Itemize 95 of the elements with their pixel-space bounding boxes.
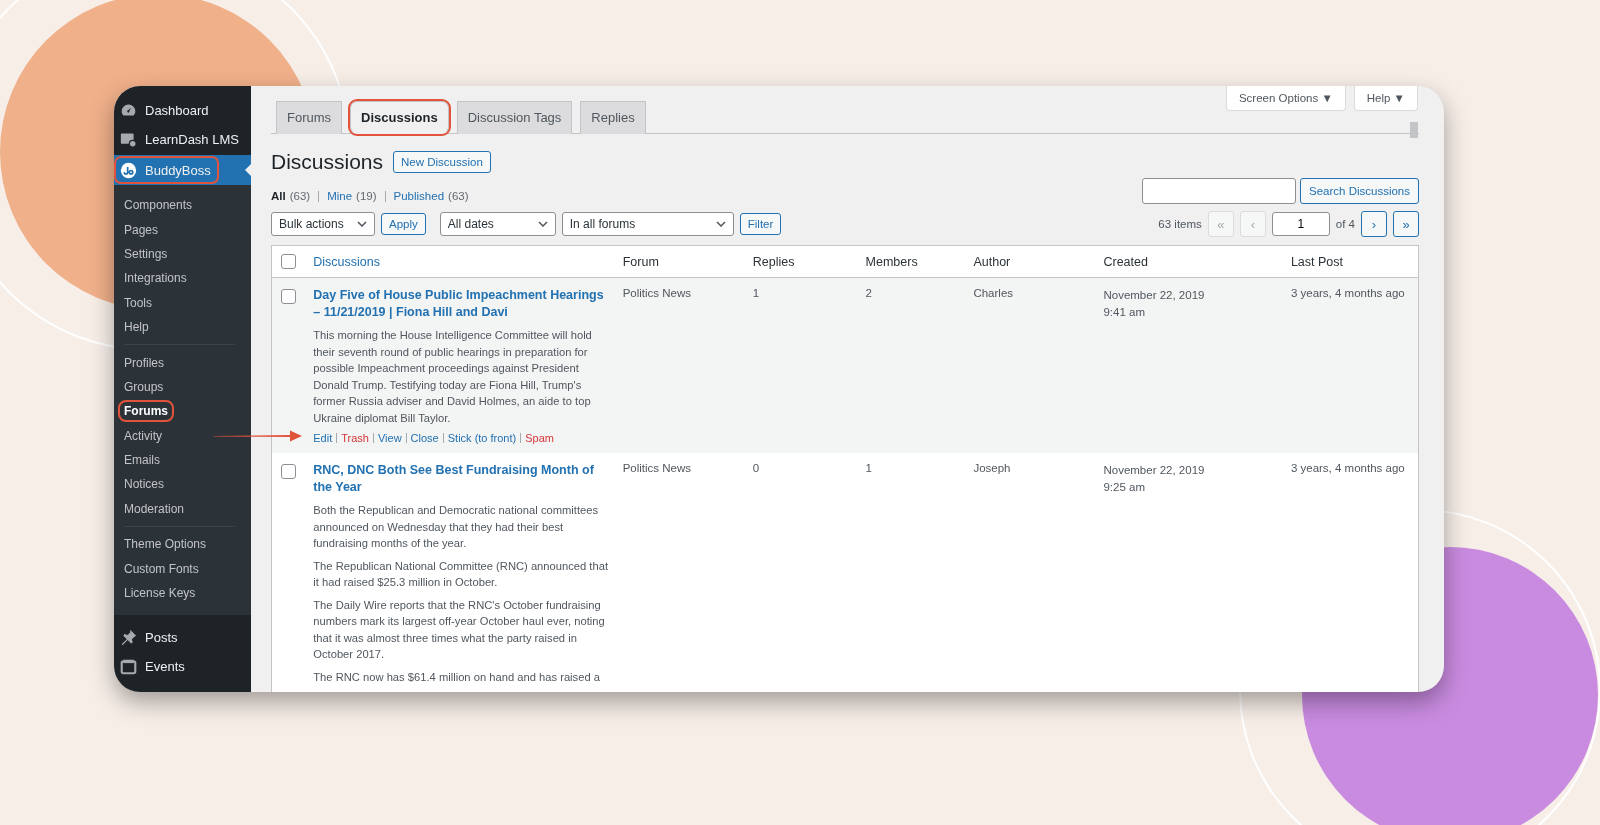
row-action-link[interactable]: Edit <box>313 432 333 444</box>
submenu-item[interactable]: Moderation <box>120 499 189 518</box>
date-text: November 22, 2019 <box>1103 288 1206 303</box>
table-cell: 2 <box>865 287 872 299</box>
excerpt-text: The Daily Wire reports that the RNC's October fundraising numbers mark its largest off-year October haul ever, noting that it was almost three times what the party raised in October 2017. <box>313 597 606 662</box>
submenu-item[interactable]: Components <box>120 196 197 215</box>
column-header: Forum <box>622 254 659 269</box>
table-row[interactable] <box>271 277 1419 453</box>
excerpt-text: The RNC now has $61.4 million on hand and has raised a <box>313 669 601 685</box>
submenu-item[interactable]: Help <box>120 318 153 337</box>
sidebar-item[interactable]: Posts <box>114 623 251 653</box>
column-header: Created <box>1103 254 1148 269</box>
submenu-item[interactable]: Activity <box>120 426 166 445</box>
sidebar-item[interactable]: Events <box>114 652 251 682</box>
dates-select[interactable]: All dates <box>439 212 556 236</box>
scrollbar[interactable] <box>1410 122 1418 138</box>
row-action-link[interactable]: Stick (to front) <box>447 432 517 444</box>
excerpt-text: The Republican National Committee (RNC) announced that it had raised $25.3 million in October. <box>313 558 610 590</box>
nav-tab[interactable]: Forums <box>276 101 343 134</box>
sidebar-item[interactable]: LearnDash LMS <box>114 125 251 154</box>
count-text: (63) <box>289 190 311 202</box>
sidebar-item[interactable]: Dashboard <box>114 96 251 125</box>
sortable-column-header[interactable]: Discussions <box>313 254 380 269</box>
items-count: 63 items <box>1158 218 1202 230</box>
row-action-link[interactable]: Spam <box>525 432 554 444</box>
count-text: (19) <box>356 190 377 202</box>
submenu-item[interactable]: Theme Options <box>120 535 211 554</box>
pushpin-icon <box>120 629 137 647</box>
submenu-item[interactable]: Settings <box>120 244 172 263</box>
new-discussion-button[interactable]: New Discussion <box>393 151 491 173</box>
submenu-item[interactable]: Custom Fonts <box>120 559 203 578</box>
time-text: 9:41 am <box>1103 305 1146 320</box>
submenu-item[interactable]: Notices <box>120 475 168 494</box>
time-text: 9:25 am <box>1103 480 1146 495</box>
last-page-button[interactable]: » <box>1393 211 1419 237</box>
row-action-link[interactable]: Close <box>410 432 439 444</box>
submenu-item[interactable]: Tools <box>120 293 156 312</box>
table-cell: 0 <box>752 462 760 474</box>
calendar-icon <box>120 658 137 676</box>
gauge-icon <box>120 102 137 119</box>
dropdown-toggle-button[interactable]: Screen Options ▼ <box>1225 86 1346 111</box>
table-cell: 3 years, 4 months ago <box>1290 462 1405 474</box>
search-field[interactable] <box>1142 178 1296 204</box>
table-cell: 1 <box>752 287 760 299</box>
page-total: of 4 <box>1335 218 1355 230</box>
forums-select[interactable]: In all forums <box>561 212 734 236</box>
column-header: Members <box>865 254 918 269</box>
filter-link[interactable]: Published <box>393 190 445 202</box>
column-header: Replies <box>752 254 795 269</box>
row-checkbox[interactable] <box>281 464 296 479</box>
discussion-title-link[interactable]: Day Five of House Public Impeachment Hearings – 11/21/2019 | Fiona Hill and Davi <box>313 287 611 321</box>
date-text: November 22, 2019 <box>1103 463 1206 478</box>
table-cell: Politics News <box>622 462 692 474</box>
submenu-item[interactable]: License Keys <box>120 584 200 603</box>
submenu-item[interactable]: Integrations <box>120 269 191 288</box>
bulk-actions-select[interactable]: Bulk actions <box>271 212 375 236</box>
table-cell: Charles <box>973 287 1014 299</box>
chevron-down-icon <box>357 221 367 227</box>
excerpt-text: Both the Republican and Democratic national committees announced on Wednesday that they had their best fundraising months of the year. <box>313 503 600 551</box>
submenu-item[interactable]: Forums <box>120 402 172 421</box>
screen-check-icon <box>120 131 137 148</box>
nav-tab[interactable]: Discussion Tags <box>456 101 573 134</box>
nav-tab[interactable]: Discussions <box>350 101 449 134</box>
sidebar-item[interactable]: BuddyBoss <box>116 158 217 182</box>
excerpt-text: This morning the House Intelligence Committee will hold their seventh round of public hearings in preparation for possible Impeachment proceedings against President Donald Trump. Testifying today are Fiona Hill, Trump's former Russia adviser and David Holmes, an aide to top Ukraine diplomat Bill Taylor. <box>313 328 593 426</box>
row-action-link[interactable]: View <box>377 432 402 444</box>
row-checkbox[interactable] <box>281 289 296 304</box>
submenu-item[interactable]: Pages <box>120 220 163 239</box>
table-row[interactable] <box>271 453 1419 692</box>
page-number-field[interactable]: 1 <box>1271 212 1330 236</box>
column-header: Last Post <box>1290 254 1344 269</box>
next-page-button[interactable]: › <box>1361 211 1387 237</box>
chevron-down-icon <box>537 221 548 227</box>
filter-button[interactable]: Filter <box>739 213 782 235</box>
page-title: Discussions <box>271 150 384 174</box>
submenu-item[interactable]: Emails <box>120 451 164 470</box>
nav-tab[interactable]: Replies <box>580 101 646 134</box>
filter-link[interactable]: Mine <box>327 190 353 202</box>
table-cell: Politics News <box>622 287 692 299</box>
infinity-logo-icon <box>120 161 137 179</box>
table-cell: 1 <box>865 462 872 474</box>
chevron-down-icon <box>715 221 726 227</box>
select-all-checkbox[interactable] <box>281 254 296 269</box>
discussion-title-link[interactable]: RNC, DNC Both See Best Fundraising Month of the Year <box>313 462 611 496</box>
submenu-item[interactable]: Groups <box>120 377 168 396</box>
search-button[interactable]: Search Discussions <box>1300 178 1419 204</box>
count-text: (63) <box>448 190 469 202</box>
column-header: Author <box>973 254 1011 269</box>
dropdown-toggle-button[interactable]: Help ▼ <box>1353 86 1418 111</box>
row-action-link[interactable]: Trash <box>341 432 369 444</box>
filter-link[interactable]: All <box>271 190 286 202</box>
apply-button[interactable]: Apply <box>381 213 426 235</box>
table-cell: Joseph <box>973 462 1011 474</box>
table-cell: 3 years, 4 months ago <box>1290 287 1405 299</box>
submenu-item[interactable]: Profiles <box>120 353 168 372</box>
